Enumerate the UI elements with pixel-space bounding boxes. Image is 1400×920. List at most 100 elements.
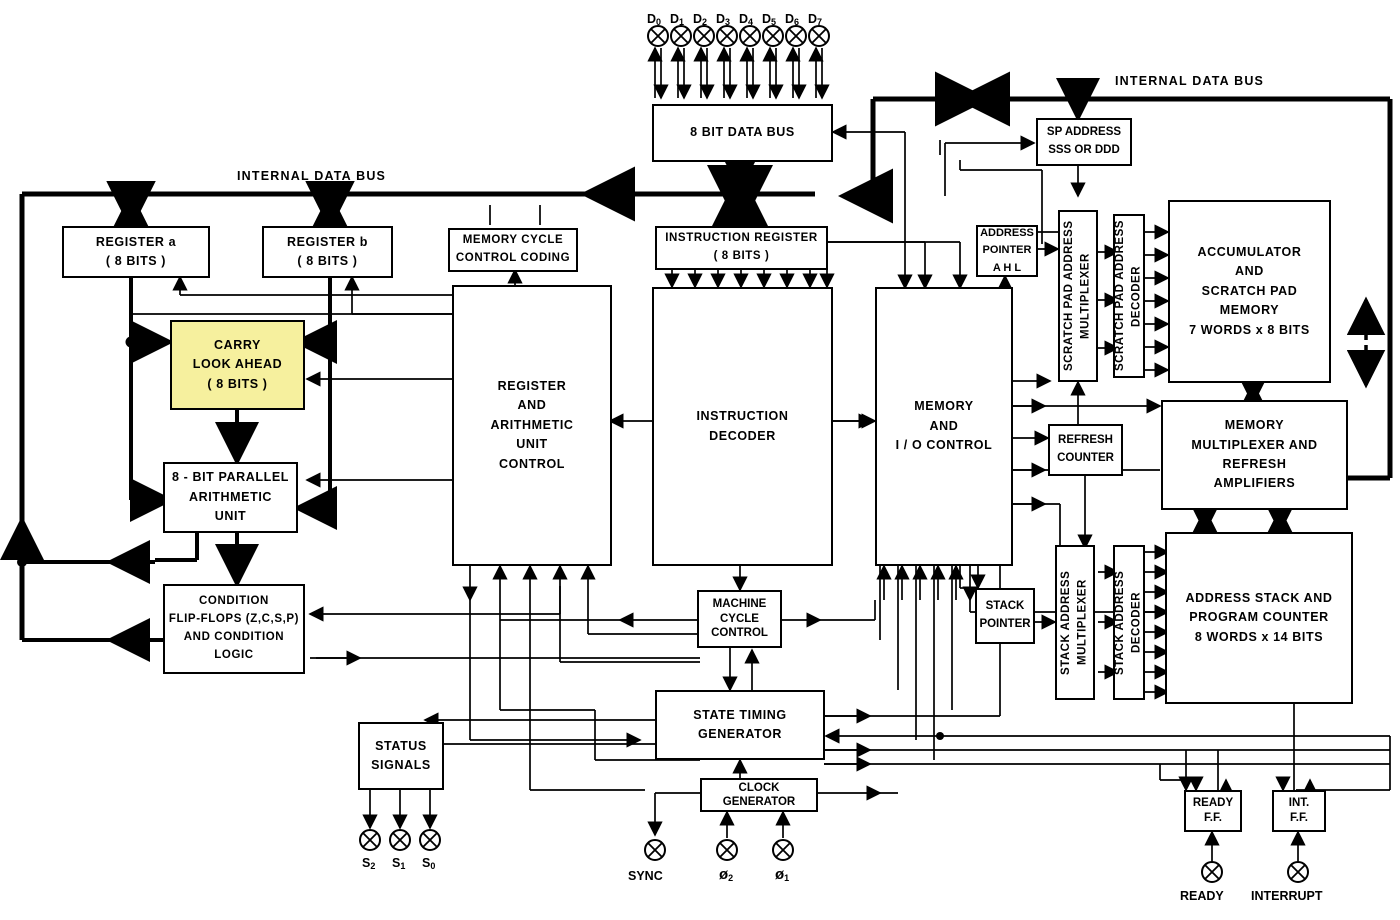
block-label: CYCLE — [720, 612, 759, 625]
block-clock-generator[interactable]: CLOCK GENERATOR — [700, 778, 818, 812]
block-label: LOGIC — [214, 648, 254, 661]
block-label: MULTIPLEXER AND — [1191, 437, 1318, 452]
block-label: LOOK AHEAD — [192, 357, 283, 372]
block-label: CLOCK — [738, 781, 780, 794]
block-label: SCRATCH PAD — [1201, 283, 1298, 298]
block-scratch-pad-address-multiplexer[interactable]: SCRATCH PAD ADDRESS MULTIPLEXER — [1058, 210, 1098, 382]
block-label: SIGNALS — [371, 758, 431, 772]
block-address-pointer[interactable]: ADDRESS POINTER A H L — [976, 225, 1038, 277]
pin-label-sync: SYNC — [628, 869, 663, 883]
block-address-stack-and-program-counter[interactable]: ADDRESS STACK AND PROGRAM COUNTER 8 WORD… — [1165, 532, 1353, 704]
pin-label-d2: D2 — [693, 12, 708, 27]
block-label: MEMORY — [914, 399, 974, 414]
block-label: INT. — [1288, 797, 1310, 810]
block-label: F.F. — [1204, 812, 1222, 824]
block-label: POINTER — [982, 244, 1032, 257]
block-label: AND CONDITION — [183, 631, 285, 643]
vertical-label: STACK ADDRESS MULTIPLEXER — [1060, 570, 1089, 675]
block-label: F.F. — [1290, 812, 1308, 824]
block-label: SP ADDRESS — [1046, 126, 1122, 139]
block-label: MACHINE — [712, 598, 767, 611]
block-memory-and-io-control[interactable]: MEMORY AND I / O CONTROL — [875, 287, 1013, 566]
block-label: STATUS — [375, 738, 427, 753]
vertical-label: SCRATCH PAD ADDRESS DECODER — [1114, 220, 1143, 372]
block-label: DECODER — [709, 428, 776, 443]
block-label: REGISTER — [497, 379, 567, 394]
block-label: REGISTER a — [95, 234, 177, 249]
block-sp-address[interactable]: SP ADDRESS SSS OR DDD — [1036, 118, 1132, 166]
vertical-label: SCRATCH PAD ADDRESS MULTIPLEXER — [1063, 220, 1092, 372]
block-label: A H L — [992, 261, 1022, 274]
block-label: INSTRUCTION REGISTER — [665, 232, 818, 245]
block-register-b[interactable]: REGISTER b ( 8 BITS ) — [262, 226, 393, 278]
block-label: ARITHMETIC — [490, 417, 574, 432]
block-machine-cycle-control[interactable]: MACHINE CYCLE CONTROL — [697, 590, 782, 648]
block-label: GENERATOR — [722, 796, 796, 808]
block-label: SSS OR DDD — [1048, 144, 1120, 156]
cpu-block-diagram: D0 D1 D2 D3 D4 D5 D6 D7 S2 S1 S0 SYNC ø2… — [0, 0, 1400, 920]
block-8-bit-parallel-arithmetic-unit[interactable]: 8 - BIT PARALLEL ARITHMETIC UNIT — [163, 462, 298, 533]
block-instruction-register[interactable]: INSTRUCTION REGISTER ( 8 BITS ) — [655, 226, 828, 270]
block-label: INSTRUCTION — [696, 409, 789, 424]
block-label: CONTROL — [711, 627, 768, 640]
block-stack-pointer[interactable]: STACK POINTER — [975, 588, 1035, 644]
block-memory-cycle-control-coding[interactable]: MEMORY CYCLE CONTROL CODING — [448, 228, 578, 272]
block-status-signals[interactable]: STATUS SIGNALS — [358, 722, 444, 790]
block-label: AND — [517, 398, 547, 413]
block-memory-multiplexer-and-refresh-amplifiers[interactable]: MEMORY MULTIPLEXER AND REFRESH AMPLIFIER… — [1161, 400, 1348, 510]
block-label: MEMORY CYCLE — [462, 234, 564, 247]
vertical-label: STACK ADDRESS DECODER — [1114, 570, 1143, 675]
pin-label-interrupt: INTERRUPT — [1251, 889, 1323, 903]
block-label: ( 8 BITS ) — [105, 254, 167, 268]
block-ready-flip-flop[interactable]: READY F.F. — [1184, 790, 1242, 832]
block-label: UNIT — [516, 437, 548, 452]
block-accumulator-and-scratch-pad-memory[interactable]: ACCUMULATOR AND SCRATCH PAD MEMORY 7 WOR… — [1168, 200, 1331, 383]
block-label: 8 BIT DATA BUS — [690, 125, 795, 140]
pin-label-d7: D7 — [808, 12, 823, 27]
pin-label-s2: S2 — [362, 856, 376, 871]
block-label: I / O CONTROL — [895, 438, 993, 453]
block-register-and-arithmetic-unit-control[interactable]: REGISTER AND ARITHMETIC UNIT CONTROL — [452, 285, 612, 566]
block-label: POINTER — [979, 618, 1031, 630]
pin-label-s1: S1 — [392, 856, 406, 871]
block-label: 8 - BIT PARALLEL — [171, 470, 289, 485]
block-label: AND — [1235, 264, 1264, 279]
block-label: ( 8 BITS ) — [207, 376, 268, 391]
block-label: ARITHMETIC — [188, 489, 273, 504]
block-label: CARRY — [214, 337, 261, 352]
block-label: 7 WORDS x 8 BITS — [1189, 322, 1310, 337]
pin-label-phi2: ø2 — [719, 866, 734, 883]
block-label: AND — [929, 418, 959, 433]
pin-label-d1: D1 — [670, 12, 685, 27]
pin-label-d0: D0 — [647, 12, 662, 27]
block-label: AMPLIFIERS — [1213, 476, 1296, 491]
block-label: READY — [1192, 797, 1234, 810]
block-refresh-counter[interactable]: REFRESH COUNTER — [1048, 424, 1123, 476]
block-label: REGISTER b — [286, 234, 368, 249]
block-stack-address-multiplexer[interactable]: STACK ADDRESS MULTIPLEXER — [1055, 545, 1095, 700]
block-scratch-pad-address-decoder[interactable]: SCRATCH PAD ADDRESS DECODER — [1113, 214, 1145, 378]
block-label: MEMORY — [1219, 303, 1280, 318]
internal-data-bus-label-right: INTERNAL DATA BUS — [1115, 74, 1265, 88]
block-label: STATE TIMING — [693, 707, 787, 722]
block-label: STACK — [985, 600, 1025, 613]
block-instruction-decoder[interactable]: INSTRUCTION DECODER — [652, 287, 833, 566]
block-state-timing-generator[interactable]: STATE TIMING GENERATOR — [655, 690, 825, 760]
block-register-a[interactable]: REGISTER a ( 8 BITS ) — [62, 226, 210, 278]
block-stack-address-decoder[interactable]: STACK ADDRESS DECODER — [1113, 545, 1145, 700]
block-label: GENERATOR — [697, 727, 783, 741]
block-carry-look-ahead[interactable]: CARRY LOOK AHEAD ( 8 BITS ) — [170, 320, 305, 410]
block-interrupt-flip-flop[interactable]: INT. F.F. — [1272, 790, 1326, 832]
block-label: ( 8 BITS ) — [713, 250, 770, 262]
block-label: FLIP-FLOPS (Z,C,S,P) — [168, 613, 300, 626]
pin-label-d5: D5 — [762, 12, 777, 27]
block-label: ACCUMULATOR — [1197, 245, 1302, 260]
pin-label-d4: D4 — [739, 12, 754, 27]
block-condition-flip-flops[interactable]: CONDITION FLIP-FLOPS (Z,C,S,P) AND CONDI… — [163, 584, 305, 674]
pin-label-d6: D6 — [785, 12, 800, 27]
block-label: CONTROL — [499, 456, 565, 471]
block-label: ( 8 BITS ) — [297, 254, 358, 268]
block-label: REFRESH — [1058, 434, 1113, 447]
block-8-bit-data-bus[interactable]: 8 BIT DATA BUS — [652, 104, 833, 162]
pin-label-d3: D3 — [716, 12, 731, 27]
